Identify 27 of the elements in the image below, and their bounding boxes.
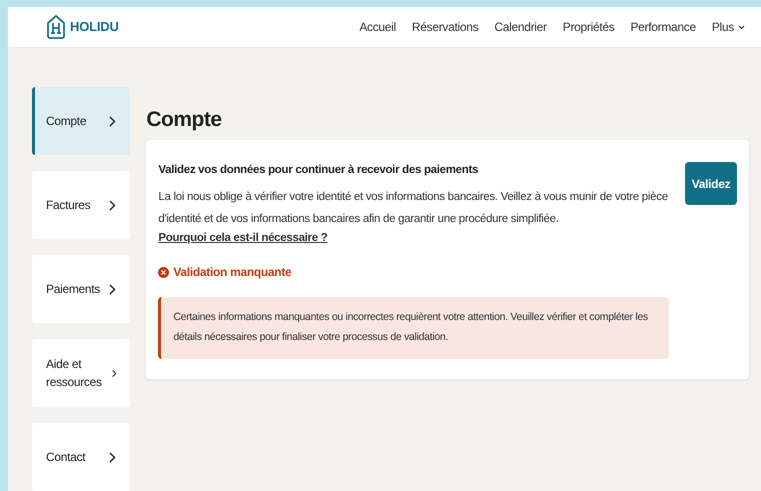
nav-link[interactable]: Accueil [359,18,396,36]
house-logo-icon [46,14,66,40]
chevron-right-icon [112,368,116,378]
sidebar-item[interactable]: Aide et ressources [32,339,130,407]
card-title: Validez vos données pour continuer à recevoir des paiements [158,163,480,178]
caret-icon [738,24,745,30]
nav-link[interactable]: Plus [712,18,745,36]
sidebar-item[interactable]: Factures [32,171,130,239]
chevron-right-icon [109,200,116,210]
card-description: La loi nous oblige à vérifier votre identité et vos informations bancaires. Veillez à vous munir de votre pièce d'identité et de vos informations bancaires afin de garantir une procédure simplifiée. [158,190,669,227]
nav-link[interactable]: Performance [630,18,696,36]
chevron-right-icon [109,284,116,294]
sidebar-item[interactable]: Paiements [32,255,130,323]
sidebar-item[interactable]: Contact [32,423,130,491]
warning-alert: Certaines informations manquantes ou incorrectes requièrent votre attention. Veuillez vérifier et compléter les détails nécessaires pour finaliser votre processus de validation. [158,297,669,360]
page-title: Compte [146,107,223,132]
chevron-right-icon [109,116,116,126]
logo-text: HOLIDU [70,18,119,36]
help-link[interactable]: Pourquoi cela est-il nécessaire ? [158,230,328,248]
error-icon [158,266,170,278]
nav-link[interactable]: Propriétés [562,18,614,36]
nav-link[interactable]: Réservations [412,18,478,36]
chevron-right-icon [109,452,116,462]
status-text: Validation manquante [173,264,292,282]
sidebar-item[interactable]: Compte [32,87,130,155]
nav-link[interactable]: Calendrier [494,18,547,36]
validate-button[interactable]: Validez [685,162,737,206]
